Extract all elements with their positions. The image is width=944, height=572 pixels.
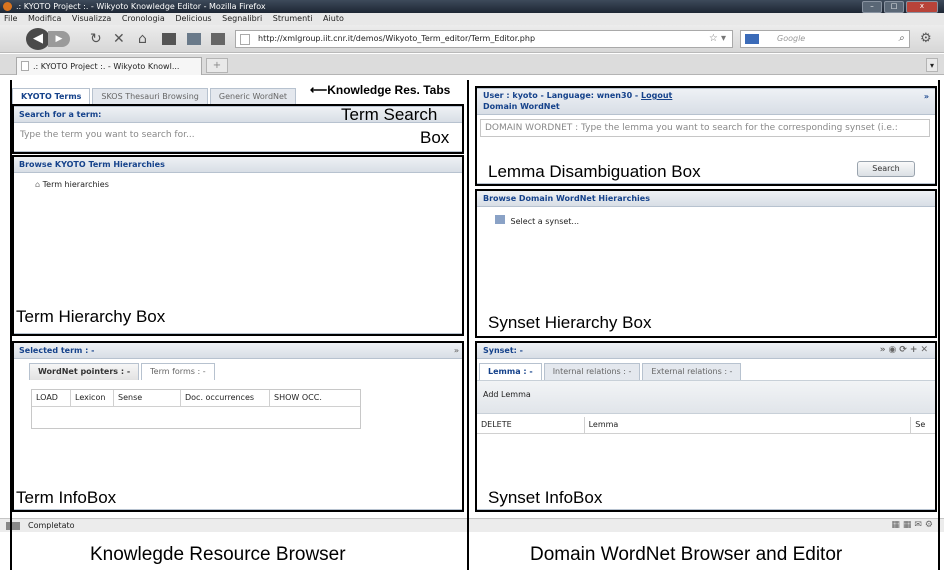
menu-aiuto[interactable]: Aiuto: [323, 14, 344, 23]
window-title: .: KYOTO Project :. - Wikyoto Knowledge …: [16, 2, 266, 11]
bookmark-icon[interactable]: [187, 33, 201, 45]
status-addon-icons[interactable]: ▦▦✉⚙: [891, 519, 936, 532]
addon-icon[interactable]: ⚙: [920, 31, 932, 46]
knowledge-tabs-label: Knowledge Res. Tabs: [327, 83, 451, 97]
search-placeholder: Google: [777, 34, 806, 43]
right-caption: Domain WordNet Browser and Editor: [530, 544, 843, 565]
menu-file[interactable]: File: [4, 14, 17, 23]
menu-delicious[interactable]: Delicious: [175, 14, 211, 23]
status-text: Completato: [28, 521, 75, 530]
screenshot-icon[interactable]: [162, 33, 176, 45]
page-icon: [240, 34, 250, 45]
browser-tab-title: .: KYOTO Project :. - Wikyoto Knowl...: [33, 62, 180, 71]
browser-tab[interactable]: .: KYOTO Project :. - Wikyoto Knowl...: [16, 57, 202, 75]
window-titlebar: .: KYOTO Project :. - Wikyoto Knowledge …: [0, 0, 944, 13]
left-caption: Knowlegde Resource Browser: [90, 544, 346, 565]
back-button[interactable]: ◀: [26, 28, 50, 50]
term-search-label-2: Box: [420, 128, 450, 147]
search-icon[interactable]: ⌕: [898, 31, 904, 47]
status-bar: Completato ▦▦✉⚙: [0, 518, 944, 532]
navigation-toolbar: ◀ ▶ ↻ ✕ ⌂ http://xmlgroup.iit.cnr.it/dem…: [0, 25, 944, 53]
menu-visualizza[interactable]: Visualizza: [72, 14, 111, 23]
tab-generic-wordnet[interactable]: Generic WordNet: [209, 88, 297, 105]
menu-cronologia[interactable]: Cronologia: [122, 14, 165, 23]
stop-icon[interactable]: ✕: [113, 31, 125, 47]
term-infobox-label: Term InfoBox: [16, 488, 117, 507]
minimize-button[interactable]: –: [862, 1, 882, 13]
star-icon[interactable]: ☆ ▾: [709, 31, 726, 47]
window-controls: – □ x: [862, 1, 938, 13]
term-search-label: Term Search: [341, 105, 438, 124]
save-icon[interactable]: [211, 33, 225, 45]
maximize-button[interactable]: □: [884, 1, 904, 13]
synset-hierarchy-label: Synset Hierarchy Box: [488, 313, 652, 332]
right-divider-line: [938, 80, 940, 570]
search-engine-box[interactable]: Google ⌕: [740, 30, 910, 48]
forward-button[interactable]: ▶: [48, 31, 70, 47]
center-divider-line: [467, 80, 469, 570]
menu-strumenti[interactable]: Strumenti: [273, 14, 313, 23]
google-logo-icon: [745, 34, 759, 44]
term-infobox-highlight: [12, 341, 464, 512]
lemma-box-label: Lemma Disambiguation Box: [488, 162, 701, 181]
annotation-arrow-label: ⟵Knowledge Res. Tabs: [310, 83, 450, 97]
menu-bar: File Modifica Visualizza Cronologia Deli…: [0, 13, 944, 25]
url-text: http://xmlgroup.iit.cnr.it/demos/Wikyoto…: [258, 34, 536, 43]
tab-kyoto-terms[interactable]: KYOTO Terms: [12, 88, 91, 105]
arrow-left-icon: ⟵: [310, 83, 328, 97]
tab-skos-thesauri[interactable]: SKOS Thesauri Browsing: [92, 88, 208, 105]
term-hierarchy-label: Term Hierarchy Box: [16, 307, 166, 326]
synset-infobox-label: Synset InfoBox: [488, 488, 603, 507]
tab-list-button[interactable]: ▾: [926, 58, 938, 72]
browser-tab-strip: .: KYOTO Project :. - Wikyoto Knowl... +…: [0, 54, 944, 75]
home-icon[interactable]: ⌂: [138, 31, 147, 47]
tab-page-icon: [21, 61, 29, 71]
new-tab-button[interactable]: +: [206, 58, 228, 73]
status-icon: [6, 522, 20, 530]
synset-infobox-highlight: [475, 341, 937, 512]
menu-modifica[interactable]: Modifica: [28, 14, 61, 23]
reload-icon[interactable]: ↻: [90, 31, 102, 47]
close-window-button[interactable]: x: [906, 1, 938, 13]
menu-segnalibri[interactable]: Segnalibri: [222, 14, 262, 23]
firefox-icon: [3, 2, 12, 11]
address-bar[interactable]: http://xmlgroup.iit.cnr.it/demos/Wikyoto…: [235, 30, 733, 48]
